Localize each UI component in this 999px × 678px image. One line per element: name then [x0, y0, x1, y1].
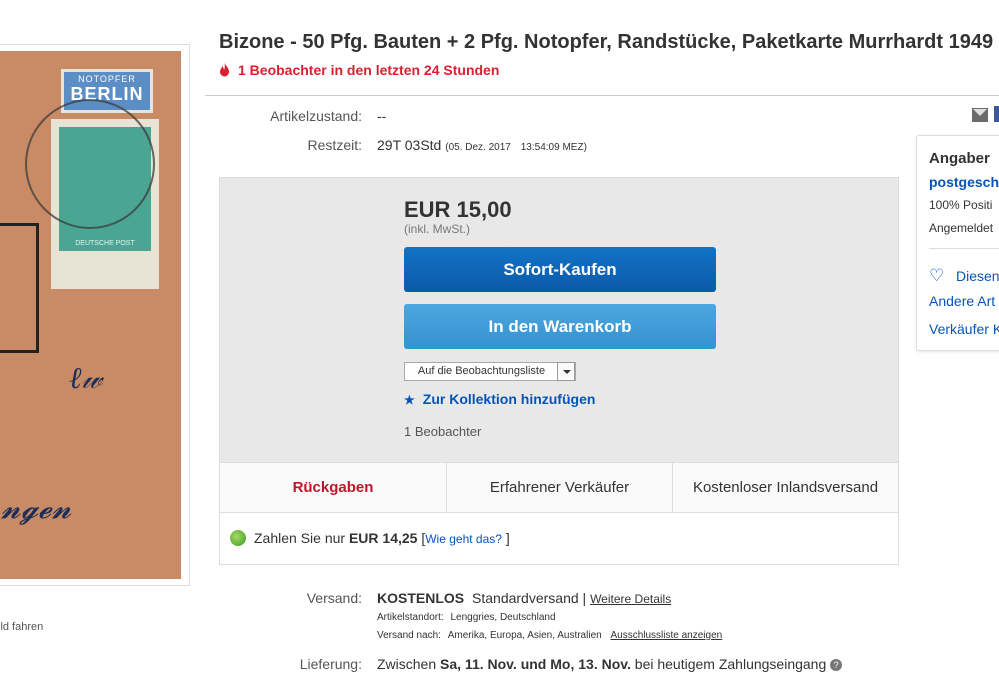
- location-label: Artikelstandort:: [377, 612, 444, 623]
- address-box: [0, 223, 39, 353]
- shipping-line: KOSTENLOS Standardversand | Weitere Deta…: [377, 590, 671, 606]
- product-image[interactable]: NOTOPFER BERLIN DEUTSCHE POST ℓ𝓌 𝓷𝓰𝓮𝓷: [0, 51, 181, 579]
- flame-icon: [220, 63, 229, 77]
- stamp-top-small-text: NOTOPFER: [78, 74, 136, 84]
- buy-box-panel: EUR 15,00 (inkl. MwSt.) Sofort-Kaufen In…: [220, 178, 898, 462]
- mail-icon[interactable]: [972, 108, 988, 122]
- buy-box: EUR 15,00 (inkl. MwSt.) Sofort-Kaufen In…: [219, 177, 899, 565]
- condition-label: Artikelzustand:: [270, 108, 362, 124]
- exclusions-link[interactable]: Ausschlussliste anzeigen: [610, 630, 722, 641]
- watcher-count: 1 Beobachter: [404, 424, 482, 439]
- watchers-banner-text: 1 Beobachter in den letzten 24 Stunden: [238, 62, 500, 78]
- seller-feedback: 100% Positi: [929, 198, 993, 212]
- product-image-frame[interactable]: NOTOPFER BERLIN DEUTSCHE POST ℓ𝓌 𝓷𝓰𝓮𝓷: [0, 44, 190, 586]
- delivery-line: Zwischen Sa, 11. Nov. und Mo, 13. Nov. b…: [377, 656, 843, 672]
- seller-registered: Angemeldet: [929, 221, 994, 235]
- postmark: [25, 99, 155, 229]
- time-left: 29T 03Std (05. Dez. 2017 13:54:09 MEZ): [377, 137, 587, 153]
- free-shipping-tab[interactable]: Kostenloser Inlandsversand: [673, 463, 898, 513]
- save-seller-link[interactable]: ♡ Diesen: [929, 266, 999, 286]
- seller-info-box: Angaber postgesch 100% Positi Angemeldet…: [916, 135, 999, 351]
- watchlist-select[interactable]: Auf die Beobachtungsliste: [404, 362, 576, 381]
- how-it-works-link[interactable]: Wie geht das?: [425, 532, 502, 546]
- pay-prefix: Zahlen Sie nur: [254, 530, 346, 546]
- contact-seller-link[interactable]: Verkäufer K: [929, 321, 999, 337]
- help-icon[interactable]: ?: [830, 659, 843, 671]
- experienced-seller-tab[interactable]: Erfahrener Verkäufer: [447, 463, 672, 513]
- highlights-bar: Rückgaben Erfahrener Verkäufer Kostenlos…: [220, 462, 898, 513]
- end-date: (05. Dez. 2017: [445, 142, 511, 153]
- shipping-label: Versand:: [306, 590, 362, 606]
- returns-tab[interactable]: Rückgaben: [220, 463, 446, 513]
- add-to-cart-button[interactable]: In den Warenkorb: [404, 304, 716, 349]
- divider: [205, 95, 999, 96]
- location-value: Lenggries, Deutschland: [450, 612, 556, 623]
- star-icon: ★: [404, 393, 415, 407]
- time-left-value: 29T 03Std: [377, 137, 442, 153]
- delivery-range: Sa, 11. Nov. und Mo, 13. Nov.: [440, 656, 631, 672]
- handwriting: 𝓷𝓰𝓮𝓷: [1, 491, 72, 526]
- pay-amount: EUR 14,25: [348, 530, 418, 546]
- other-items-link[interactable]: Andere Art: [929, 293, 995, 309]
- handwriting: ℓ𝓌: [69, 361, 103, 396]
- heart-icon: ♡: [929, 266, 945, 285]
- stamp-main-bottom-text: DEUTSCHE POST: [59, 237, 151, 251]
- chevron-down-icon[interactable]: [557, 362, 575, 381]
- shipping-details-link[interactable]: Weitere Details: [590, 592, 671, 606]
- shipping-free: KOSTENLOS: [377, 590, 465, 606]
- ships-to: Versand nach: Amerika, Europa, Asien, Au…: [377, 630, 722, 641]
- time-left-label: Restzeit:: [307, 137, 362, 153]
- shipping-service: Standardversand |: [472, 590, 587, 606]
- divider: [929, 248, 999, 249]
- payment-offer: Zahlen Sie nur EUR 14,25 [Wie geht das? …: [230, 530, 510, 546]
- leaf-icon: [230, 530, 246, 546]
- save-seller-label: Diesen: [956, 268, 999, 284]
- watchers-banner: 1 Beobachter in den letzten 24 Stunden: [219, 62, 499, 78]
- watchlist-select-label: Auf die Beobachtungsliste: [417, 365, 546, 377]
- add-to-collection-link[interactable]: ★ Zur Kollektion hinzufügen: [404, 391, 595, 407]
- item-title: Bizone - 50 Pfg. Bauten + 2 Pfg. Notopfe…: [219, 31, 994, 53]
- image-caption: ild fahren: [0, 621, 44, 633]
- condition-value: --: [377, 108, 387, 124]
- buy-now-button[interactable]: Sofort-Kaufen: [404, 247, 716, 292]
- item-location: Artikelstandort: Lenggries, Deutschland: [377, 612, 556, 623]
- end-time: 13:54:09 MEZ): [520, 142, 587, 153]
- pay-bracket-close: ]: [505, 530, 510, 546]
- seller-name-link[interactable]: postgesch: [929, 174, 999, 190]
- ships-to-value: Amerika, Europa, Asien, Australien: [447, 630, 602, 641]
- delivery-label: Lieferung:: [299, 656, 362, 672]
- delivery-suffix: bei heutigem Zahlungseingang: [634, 656, 827, 672]
- delivery-prefix: Zwischen: [377, 656, 437, 672]
- vat-note: (inkl. MwSt.): [404, 222, 470, 236]
- price: EUR 15,00: [404, 197, 512, 222]
- collection-label: Zur Kollektion hinzufügen: [422, 391, 596, 407]
- ships-to-label: Versand nach:: [377, 630, 441, 641]
- facebook-icon[interactable]: [994, 106, 999, 122]
- seller-heading: Angaber: [929, 150, 990, 167]
